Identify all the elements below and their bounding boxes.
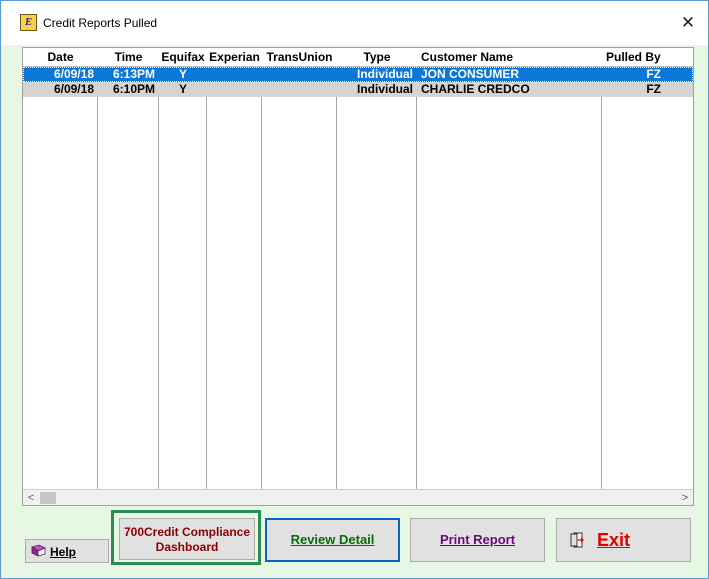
exit-label: Exit [597, 530, 631, 550]
compliance-label-line2: Dashboard [155, 540, 219, 554]
cell-date: 6/09/18 [53, 82, 94, 96]
help-button-label: Help [50, 545, 77, 559]
cell-type: Individual [356, 82, 413, 96]
close-icon[interactable]: ✕ [677, 12, 699, 34]
cell-transunion [262, 82, 337, 97]
cell-experian [207, 82, 262, 97]
column-transunion [262, 48, 337, 489]
exit-button[interactable]: Exit [556, 518, 691, 562]
review-detail-label: Review Detail [290, 532, 375, 547]
header-type[interactable]: Type [337, 48, 417, 66]
exit-door-icon [570, 532, 584, 548]
scrollbar-thumb[interactable] [40, 492, 56, 504]
cell-date: 6/09/18 [53, 67, 94, 81]
cell-pulled-by: FZ [646, 82, 661, 96]
column-equifax [159, 48, 207, 489]
cell-transunion [262, 67, 337, 82]
cell-customer-name: JON CONSUMER [421, 67, 520, 81]
credit-reports-grid[interactable]: Date Time Equifax Experian TransUnion Ty… [22, 47, 694, 506]
header-transunion[interactable]: TransUnion [262, 48, 337, 66]
column-date [23, 48, 98, 489]
column-type [337, 48, 417, 489]
column-customer-name [417, 48, 602, 489]
review-detail-button[interactable]: Review Detail [265, 518, 400, 562]
header-equifax[interactable]: Equifax [159, 48, 207, 66]
compliance-dashboard-button[interactable]: 700Credit Compliance Dashboard [119, 518, 255, 560]
cell-time: 6:13PM [112, 67, 155, 81]
cell-equifax: Y [178, 82, 187, 96]
scroll-right-icon[interactable]: > [677, 490, 693, 505]
column-time [98, 48, 159, 489]
help-button[interactable]: Help [25, 539, 109, 563]
cell-customer-name: CHARLIE CREDCO [421, 82, 530, 96]
window-title: Credit Reports Pulled [43, 16, 158, 30]
header-experian[interactable]: Experian [207, 48, 262, 66]
title-bar: E Credit Reports Pulled ✕ [1, 1, 708, 45]
app-logo-icon: E [20, 14, 37, 31]
header-date[interactable]: Date [23, 48, 98, 66]
header-pulled-by[interactable]: Pulled By [602, 48, 693, 66]
table-row[interactable]: 6/09/18 6:13PM Y Individual JON CONSUMER… [23, 67, 693, 82]
horizontal-scrollbar[interactable]: < > [23, 489, 693, 505]
cell-pulled-by: FZ [646, 67, 661, 81]
header-time[interactable]: Time [98, 48, 159, 66]
print-report-label: Print Report [439, 532, 516, 547]
table-row[interactable]: 6/09/18 6:10PM Y Individual CHARLIE CRED… [23, 82, 693, 97]
cell-experian [207, 67, 262, 82]
cell-type: Individual [356, 67, 413, 81]
credit-reports-window: E Credit Reports Pulled ✕ Date Time Equi… [0, 0, 709, 579]
compliance-label-line1: 700Credit Compliance [123, 525, 251, 539]
print-report-button[interactable]: Print Report [410, 518, 545, 562]
cell-equifax: Y [178, 67, 187, 81]
book-icon [31, 544, 46, 557]
column-experian [207, 48, 262, 489]
scroll-left-icon[interactable]: < [23, 490, 39, 505]
header-customer-name[interactable]: Customer Name [417, 48, 606, 66]
cell-time: 6:10PM [112, 82, 155, 96]
